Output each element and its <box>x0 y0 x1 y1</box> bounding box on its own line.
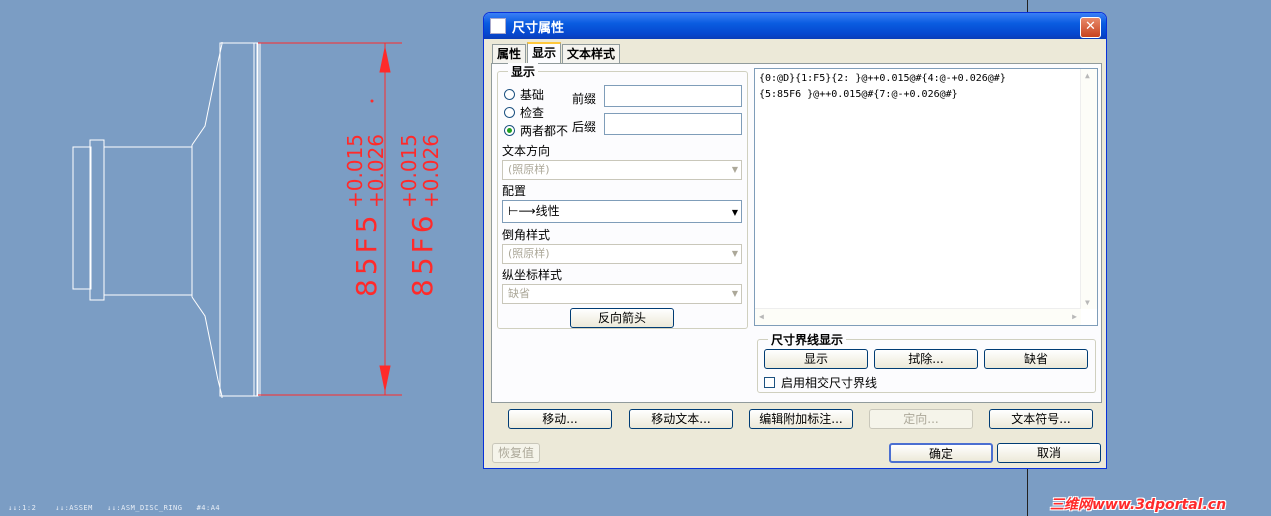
flip-arrows-button[interactable]: 反向箭头 <box>570 308 674 328</box>
hub-flange <box>89 139 105 301</box>
witness-line-group: 尺寸界线显示 显示 拭除... 缺省 启用相交尺寸界线 <box>757 331 1096 393</box>
window-icon <box>490 18 506 34</box>
restore-values-button[interactable]: 恢复值 <box>492 443 540 463</box>
scroll-up-icon[interactable]: ▲ <box>1085 71 1090 80</box>
display-tab-panel: 显示 基础 检查 两者都不 前缀 后缀 文本方向 (照原样) ▼ 配置 ⊢⟶线性… <box>491 63 1102 403</box>
radio-inspect-circle[interactable] <box>504 107 515 118</box>
erase-witness-button[interactable]: 拭除... <box>874 349 978 369</box>
move-text-button[interactable]: 移动文本... <box>629 409 733 429</box>
radio-basic[interactable]: 基础 <box>504 86 544 103</box>
text-symbol-button[interactable]: 文本符号... <box>989 409 1093 429</box>
chevron-down-icon: ▼ <box>731 208 738 217</box>
witness-group-label: 尺寸界线显示 <box>768 331 847 348</box>
ordinate-style-value: 缺省 <box>508 287 530 300</box>
radio-basic-circle[interactable] <box>504 89 515 100</box>
prefix-input[interactable] <box>604 85 742 107</box>
close-icon[interactable]: ✕ <box>1080 17 1101 38</box>
text-direction-select[interactable]: (照原样) ▼ <box>502 160 742 180</box>
suffix-input[interactable] <box>604 113 742 135</box>
text-line-2: {5:85F6 }@++0.015@#{7:@-+0.026@#} <box>759 89 958 100</box>
dim-85f6-tol-upper: +0.015 <box>397 134 421 208</box>
scroll-down-icon[interactable]: ▼ <box>1085 298 1090 307</box>
dim-85f6-tol-lower: +0.026 <box>419 134 443 208</box>
dialog-titlebar[interactable]: 尺寸属性 <box>484 13 1106 39</box>
ordinate-style-label: 纵坐标样式 <box>502 268 563 282</box>
config-label: 配置 <box>502 184 527 198</box>
edit-attachment-button[interactable]: 编辑附加标注... <box>749 409 853 429</box>
status-bar-text: ↓↓:1:2 ↓↓:ASSEM ↓↓:ASM_DISC_RING #4:A4 <box>8 504 221 512</box>
arrow-down-icon <box>379 365 391 391</box>
chamfer-style-select[interactable]: (照原样) ▼ <box>502 244 742 264</box>
dim-85f6-text: 85F6 <box>406 211 439 297</box>
text-line-1: {0:@D}{1:F5}{2: }@++0.015@#{4:@-+0.026@#… <box>759 73 1006 84</box>
suffix-label: 后缀 <box>572 120 597 134</box>
move-button[interactable]: 移动... <box>508 409 612 429</box>
display-group: 显示 基础 检查 两者都不 前缀 后缀 文本方向 (照原样) ▼ 配置 ⊢⟶线性… <box>497 63 748 329</box>
watermark: 三维网www.3dportal.cn <box>1050 497 1227 513</box>
intersect-witness-checkbox-row[interactable]: 启用相交尺寸界线 <box>764 374 877 391</box>
arrow-up-icon <box>379 47 391 73</box>
display-group-label: 显示 <box>508 63 539 80</box>
prefix-label: 前缀 <box>572 92 597 106</box>
ok-button[interactable]: 确定 <box>889 443 993 463</box>
part-geometry <box>72 42 261 398</box>
config-select[interactable]: ⊢⟶线性 ▼ <box>502 200 742 223</box>
linear-dimension-icon: ⊢⟶ <box>508 204 536 218</box>
tab-strip: 属性 显示 文本样式 <box>492 42 621 64</box>
radio-neither[interactable]: 两者都不 <box>504 122 568 139</box>
tab-display[interactable]: 显示 <box>527 42 562 64</box>
radio-inspect-label: 检查 <box>520 106 545 120</box>
radio-neither-label: 两者都不 <box>520 124 569 138</box>
hub-outline <box>72 146 92 290</box>
dialog-client: 属性 显示 文本样式 显示 基础 检查 两者都不 前缀 后缀 文本方向 (照原样… <box>487 40 1103 465</box>
chamfer-style-label: 倒角样式 <box>502 228 551 242</box>
ordinate-style-select[interactable]: 缺省 ▼ <box>502 284 742 304</box>
radio-inspect[interactable]: 检查 <box>504 104 544 121</box>
radio-basic-label: 基础 <box>520 88 545 102</box>
chevron-down-icon: ▼ <box>731 289 738 298</box>
scroll-right-icon[interactable]: ▶ <box>1072 312 1077 321</box>
text-direction-label: 文本方向 <box>502 144 551 158</box>
dimension-text-editor[interactable]: {0:@D}{1:F5}{2: }@++0.015@#{4:@-+0.026@#… <box>754 68 1098 326</box>
dialog-title: 尺寸属性 <box>512 20 565 36</box>
chevron-down-icon: ▼ <box>731 249 738 258</box>
show-witness-button[interactable]: 显示 <box>764 349 868 369</box>
text-direction-value: (照原样) <box>508 163 550 176</box>
dim-85f5-tol-lower: +0.026 <box>364 134 388 208</box>
intersect-witness-label: 启用相交尺寸界线 <box>781 376 878 390</box>
vertical-scrollbar[interactable]: ▲ ▼ <box>1080 69 1097 309</box>
radio-neither-circle[interactable] <box>504 125 515 136</box>
tab-text-style[interactable]: 文本样式 <box>562 44 621 63</box>
scroll-left-icon[interactable]: ◀ <box>759 312 764 321</box>
dim-85f5-text: 85F5 <box>350 211 383 297</box>
chevron-down-icon: ▼ <box>731 165 738 174</box>
chamfer-style-value: (照原样) <box>508 247 550 260</box>
config-value: 线性 <box>535 204 560 218</box>
intersect-witness-checkbox[interactable] <box>764 377 775 388</box>
default-witness-button[interactable]: 缺省 <box>984 349 1088 369</box>
cancel-button[interactable]: 取消 <box>997 443 1101 463</box>
dimension-text[interactable]: 85F5 +0.015 +0.026 85F6 +0.015 +0.026 <box>343 134 443 297</box>
orient-button[interactable]: 定向... <box>869 409 973 429</box>
tab-properties[interactable]: 属性 <box>492 44 527 63</box>
dimension-properties-dialog[interactable]: 尺寸属性 ✕ 属性 显示 文本样式 显示 基础 检查 两者都不 前缀 后缀 文本… <box>483 12 1107 469</box>
horizontal-scrollbar[interactable]: ◀ ▶ <box>755 308 1081 325</box>
